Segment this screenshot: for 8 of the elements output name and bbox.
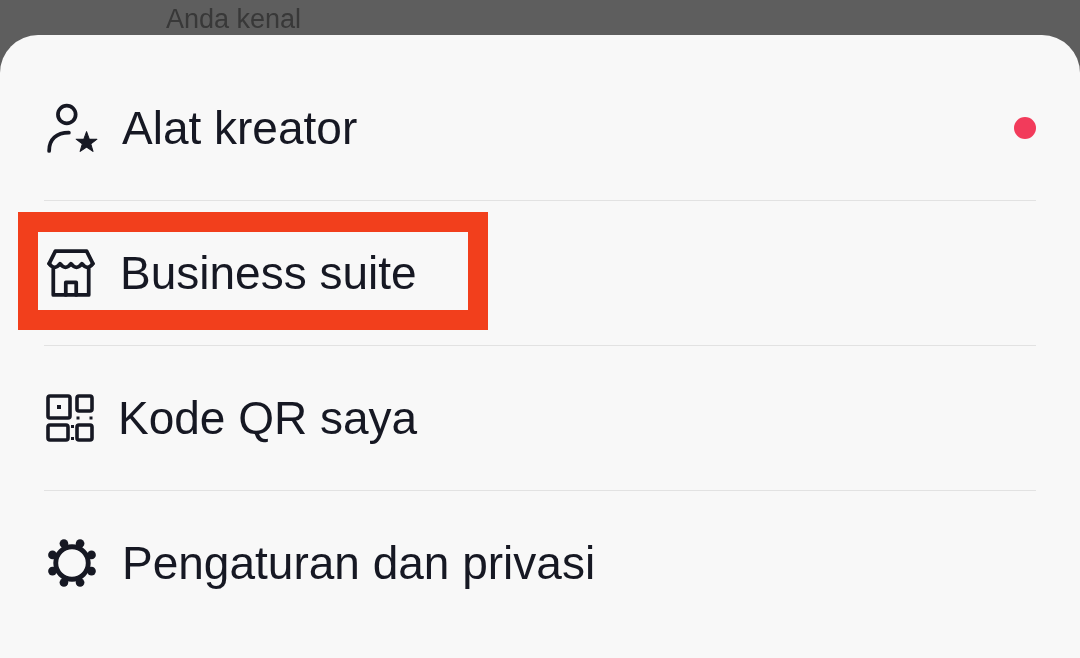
menu-item[interactable]: Business suite [44, 201, 1036, 345]
menu-item[interactable]: Pengaturan dan privasi [44, 491, 1036, 635]
storefront-icon [46, 248, 96, 298]
menu-item[interactable]: Kode QR saya [44, 346, 1036, 490]
qr-code-icon [46, 394, 94, 442]
person-star-icon [46, 103, 98, 153]
gear-icon [46, 537, 98, 589]
menu-item[interactable]: Alat kreator [44, 56, 1036, 200]
